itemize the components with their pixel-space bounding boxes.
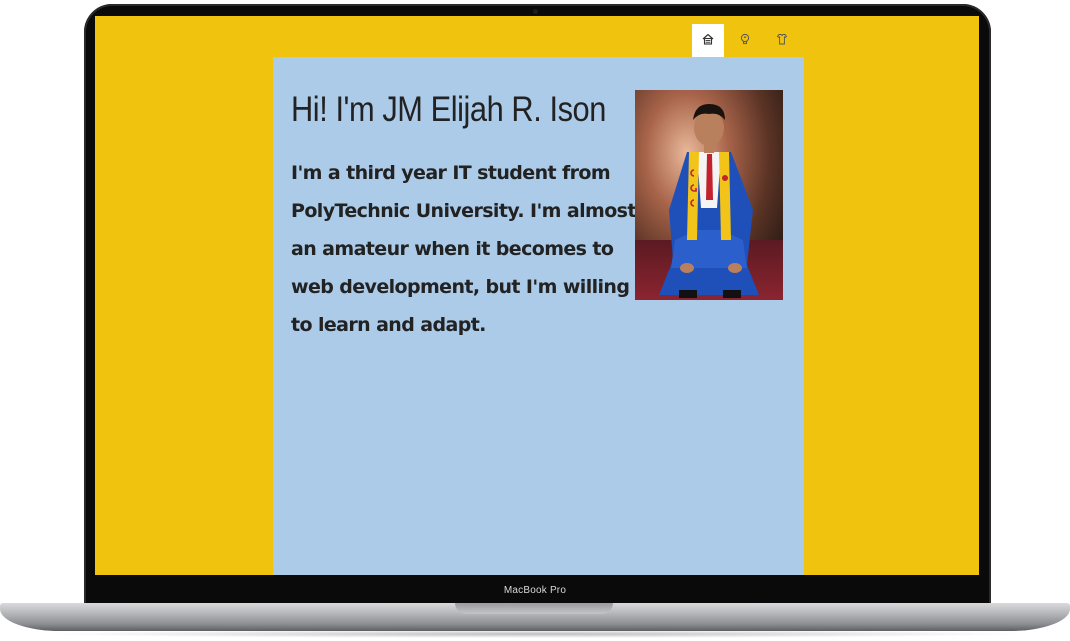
laptop-notch [455,603,613,614]
device-mockup: Hi! I'm JM Elijah R. Ison I'm a third ye… [0,0,1070,641]
webcam [533,9,538,14]
hero-heading: Hi! I'm JM Elijah R. Ison [291,90,606,129]
shirt-icon [776,33,788,48]
nav-projects-button[interactable] [766,24,798,57]
hero-intro: I'm a third year IT student from PolyTec… [291,162,636,336]
lightbulb-icon [739,33,751,48]
hero-card: Hi! I'm JM Elijah R. Ison I'm a third ye… [273,57,804,575]
device-label: MacBook Pro [503,585,567,596]
nav-about-button[interactable] [729,24,761,57]
home-icon [702,33,714,48]
top-nav [692,24,798,57]
browser-viewport: Hi! I'm JM Elijah R. Ison I'm a third ye… [95,16,979,575]
nav-home-button[interactable] [692,24,724,57]
profile-photo [635,90,783,300]
laptop-shadow [40,630,1030,638]
